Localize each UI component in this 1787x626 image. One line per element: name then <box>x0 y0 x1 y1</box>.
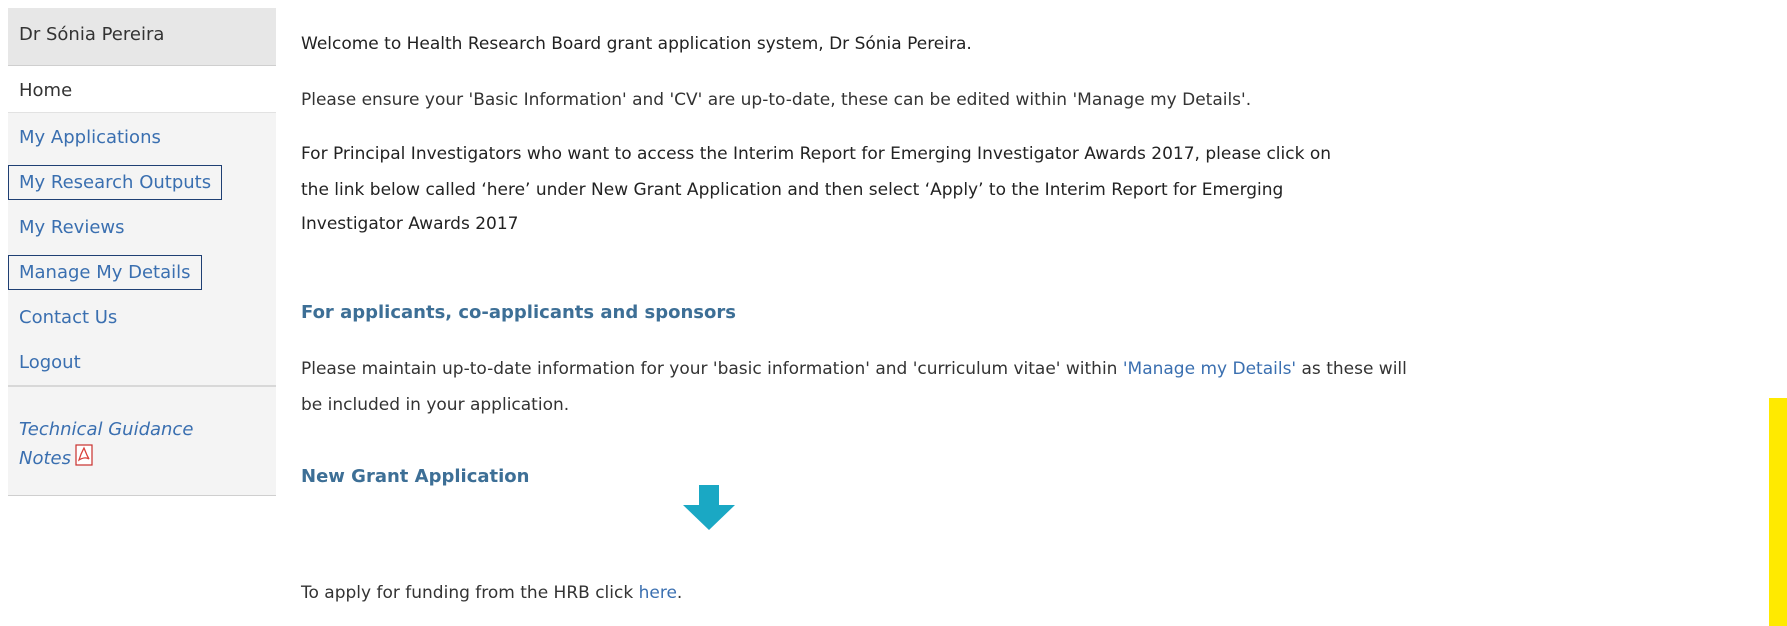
sidebar-item-label: Logout <box>19 352 81 373</box>
apply-here-link[interactable]: here <box>639 583 677 603</box>
sidebar-item-label: My Research Outputs <box>8 165 223 200</box>
maintain-text-before: Please maintain up-to-date information f… <box>301 359 1123 379</box>
apply-text-before: To apply for funding from the HRB click <box>301 583 639 603</box>
pi-text-line3: Investigator Awards 2017 <box>301 214 519 234</box>
sidebar-item-label: Contact Us <box>19 307 118 328</box>
apply-text: To apply for funding from the HRB click … <box>301 583 682 603</box>
section-new-grant-title: New Grant Application <box>301 466 530 487</box>
sidebar-item-label: Manage My Details <box>8 255 202 290</box>
sidebar-item-my-applications[interactable]: My Applications <box>8 115 276 160</box>
pi-text-line1: For Principal Investigators who want to … <box>301 144 1332 164</box>
highlight-bar <box>1769 398 1787 626</box>
sidebar-item-contact-us[interactable]: Contact Us <box>8 295 276 340</box>
pi-text-line2: the link below called ‘here’ under New G… <box>301 180 1284 200</box>
sidebar-item-home[interactable]: Home <box>8 66 276 112</box>
manage-my-details-link[interactable]: 'Manage my Details' <box>1123 359 1296 379</box>
sidebar-item-logout[interactable]: Logout <box>8 340 276 385</box>
ensure-text: Please ensure your 'Basic Information' a… <box>301 90 1252 110</box>
maintain-text-line1: Please maintain up-to-date information f… <box>301 359 1407 379</box>
sidebar-menu: My Applications My Research Outputs My R… <box>8 112 276 385</box>
technical-guidance-line1: Technical Guidance <box>19 419 194 440</box>
sidebar-item-manage-my-details[interactable]: Manage My Details <box>8 250 276 295</box>
maintain-text-line2: be included in your application. <box>301 395 570 415</box>
welcome-text: Welcome to Health Research Board grant a… <box>301 34 972 54</box>
section-applicants-title: For applicants, co-applicants and sponso… <box>301 302 736 323</box>
sidebar-item-label: My Applications <box>19 127 161 148</box>
pdf-icon[interactable] <box>75 444 93 466</box>
arrow-down-icon <box>683 485 735 530</box>
sidebar-item-my-reviews[interactable]: My Reviews <box>8 205 276 250</box>
sidebar-item-label: My Reviews <box>19 217 125 238</box>
sidebar-user-name: Dr Sónia Pereira <box>8 8 276 66</box>
technical-guidance-link[interactable]: Technical Guidance Notes <box>19 419 193 469</box>
sidebar-item-my-research-outputs[interactable]: My Research Outputs <box>8 160 276 205</box>
maintain-text-after: as these will <box>1296 359 1407 379</box>
technical-guidance: Technical Guidance Notes <box>8 387 276 496</box>
sidebar: Dr Sónia Pereira Home My Applications My… <box>8 8 276 496</box>
technical-guidance-line2: Notes <box>19 448 71 469</box>
apply-text-after: . <box>676 583 683 603</box>
